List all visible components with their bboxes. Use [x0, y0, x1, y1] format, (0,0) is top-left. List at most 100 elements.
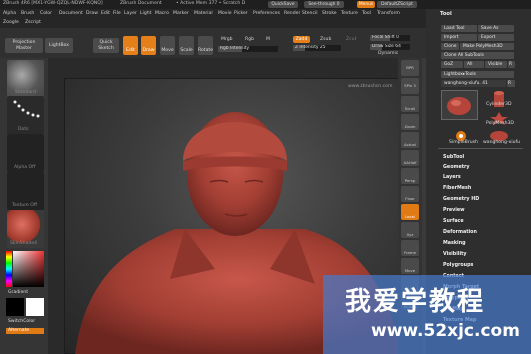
- lightbox-button[interactable]: LightBox: [45, 38, 73, 53]
- menu-transform[interactable]: Transform: [377, 11, 400, 17]
- m-toggle[interactable]: M: [266, 37, 270, 43]
- persp-button[interactable]: Persp: [401, 168, 419, 184]
- default-zscript-button[interactable]: DefaultZScript: [377, 1, 417, 8]
- z-intensity-slider[interactable]: Z Intensity 25: [293, 45, 341, 51]
- menu-edit[interactable]: Edit: [101, 11, 110, 17]
- section-layers[interactable]: Layers: [443, 175, 461, 180]
- main-color-swatch[interactable]: [6, 298, 24, 316]
- move-button[interactable]: Move: [160, 36, 175, 55]
- active-tool-thumb[interactable]: [441, 90, 478, 120]
- color-picker[interactable]: [6, 251, 44, 287]
- bpr-button[interactable]: BPR: [401, 60, 419, 76]
- section-geometry-hd[interactable]: Geometry HD: [443, 197, 479, 202]
- menu-light[interactable]: Light: [140, 11, 151, 17]
- floor-button[interactable]: Floor: [401, 186, 419, 202]
- menu-stroke[interactable]: Stroke: [322, 11, 337, 17]
- gradient-label[interactable]: Gradient: [8, 290, 28, 296]
- menu-render[interactable]: Render: [284, 11, 300, 17]
- menu-document[interactable]: Document: [59, 11, 83, 17]
- save-as-button[interactable]: Save As: [478, 25, 514, 32]
- load-tool-button[interactable]: Load Tool: [441, 25, 477, 32]
- rgb-toggle[interactable]: Rgb: [245, 37, 254, 43]
- goz-button[interactable]: GoZ: [441, 61, 463, 68]
- quick-sketch-button[interactable]: Quick Sketch: [93, 38, 119, 53]
- clone-all-subtools-button[interactable]: Clone All SubTools: [441, 52, 514, 59]
- top-toolbar: Projection Master LightBox Quick Sketch …: [0, 28, 430, 58]
- menu-color[interactable]: Color: [40, 11, 52, 17]
- zadd-button[interactable]: Zadd: [293, 36, 310, 43]
- section-visibility[interactable]: Visibility: [443, 252, 467, 257]
- zsub-button[interactable]: Zsub: [320, 37, 331, 43]
- frame-button[interactable]: Frame: [401, 240, 419, 256]
- current-tool-slider[interactable]: wanghong-xiufu. 41: [441, 80, 506, 87]
- import-button[interactable]: Import: [441, 34, 477, 41]
- rotate-button[interactable]: Rotate: [198, 36, 213, 55]
- menu-draw[interactable]: Draw: [86, 11, 98, 17]
- edit-label: Edit: [126, 48, 135, 53]
- secondary-color-swatch[interactable]: [26, 298, 44, 316]
- section-masking[interactable]: Masking: [443, 241, 466, 246]
- section-geometry[interactable]: Geometry: [443, 165, 470, 170]
- move-view-button[interactable]: Move: [401, 258, 419, 274]
- hue-strip[interactable]: [6, 251, 12, 287]
- menu-texture[interactable]: Texture: [341, 11, 358, 17]
- menu-brush[interactable]: Brush: [21, 11, 34, 17]
- saturation-square[interactable]: [13, 251, 44, 287]
- projection-master-button[interactable]: Projection Master: [5, 38, 43, 53]
- edit-button[interactable]: Edit: [123, 36, 138, 55]
- draw-size-label: Draw Size 64: [372, 44, 401, 49]
- draw-size-slider[interactable]: Draw Size 64: [370, 44, 410, 50]
- menu-macro[interactable]: Macro: [155, 11, 169, 17]
- section-surface[interactable]: Surface: [443, 219, 464, 224]
- section-deformation[interactable]: Deformation: [443, 230, 477, 235]
- visible-button[interactable]: Visible: [485, 61, 507, 68]
- draw-button[interactable]: Draw: [141, 36, 156, 55]
- scroll-button[interactable]: Scroll: [401, 96, 419, 112]
- xyz-button[interactable]: Xyz: [401, 222, 419, 238]
- mrgb-toggle[interactable]: Mrgb: [221, 37, 233, 43]
- scale-button[interactable]: Scale: [179, 36, 194, 55]
- r-button[interactable]: R: [508, 61, 515, 68]
- z-intensity-label: Z Intensity 25: [295, 45, 326, 50]
- see-through-slider[interactable]: See-through 0: [304, 1, 344, 8]
- switchcolor-button[interactable]: SwitchColor: [8, 319, 35, 325]
- alternate-button[interactable]: Alternate: [6, 328, 44, 334]
- menu-file[interactable]: File: [113, 11, 121, 17]
- clone-button[interactable]: Clone: [441, 43, 459, 50]
- lightbox-tools-button[interactable]: Lightbox▸Tools: [441, 71, 514, 78]
- menu-zoogle[interactable]: Zoogle: [3, 20, 19, 26]
- section-polygroups[interactable]: Polygroups: [443, 263, 473, 268]
- aahalf-button[interactable]: AAHalf: [401, 150, 419, 166]
- actual-button[interactable]: Actual: [401, 132, 419, 148]
- zoom-button[interactable]: Zoom: [401, 114, 419, 130]
- menu-movie[interactable]: Movie: [218, 11, 232, 17]
- simplebrush-thumb[interactable]: [455, 127, 467, 141]
- menu-layer[interactable]: Layer: [124, 11, 137, 17]
- spix-slider[interactable]: SPix 3: [401, 78, 419, 94]
- all-button[interactable]: All: [464, 61, 484, 68]
- menu-alpha[interactable]: Alpha: [3, 11, 16, 17]
- section-fibermesh[interactable]: FiberMesh: [443, 186, 471, 191]
- simplebrush-label: SimpleBrush: [449, 140, 478, 145]
- cylinder3d-thumb[interactable]: [484, 90, 514, 112]
- dynamic-toggle[interactable]: Dynamic: [378, 51, 398, 57]
- menu-material[interactable]: Material: [194, 11, 213, 17]
- quicksave-button[interactable]: QuickSave: [268, 1, 298, 8]
- export-button[interactable]: Export: [478, 34, 514, 41]
- menu-stencil[interactable]: Stencil: [302, 11, 318, 17]
- r2-button[interactable]: R: [507, 80, 515, 87]
- rgb-intensity-slider[interactable]: Rgb Intensity: [218, 46, 278, 52]
- menu-tool[interactable]: Tool: [362, 11, 371, 17]
- menu-preferences[interactable]: Preferences: [253, 11, 280, 17]
- local-button[interactable]: Local: [401, 204, 419, 220]
- menus-button[interactable]: Menus: [357, 1, 375, 8]
- make-polymesh-button[interactable]: Make PolyMesh3D: [460, 43, 514, 50]
- section-preview[interactable]: Preview: [443, 208, 465, 213]
- zcut-button[interactable]: Zcut: [346, 37, 356, 43]
- wanghong-thumb[interactable]: [485, 127, 513, 141]
- menu-zscript[interactable]: Zscript: [25, 20, 41, 26]
- menu-picker[interactable]: Picker: [234, 11, 248, 17]
- menu-marker[interactable]: Marker: [173, 11, 189, 17]
- section-subtool[interactable]: SubTool: [443, 155, 464, 160]
- focal-shift-slider[interactable]: Focal Shift 0: [370, 35, 410, 41]
